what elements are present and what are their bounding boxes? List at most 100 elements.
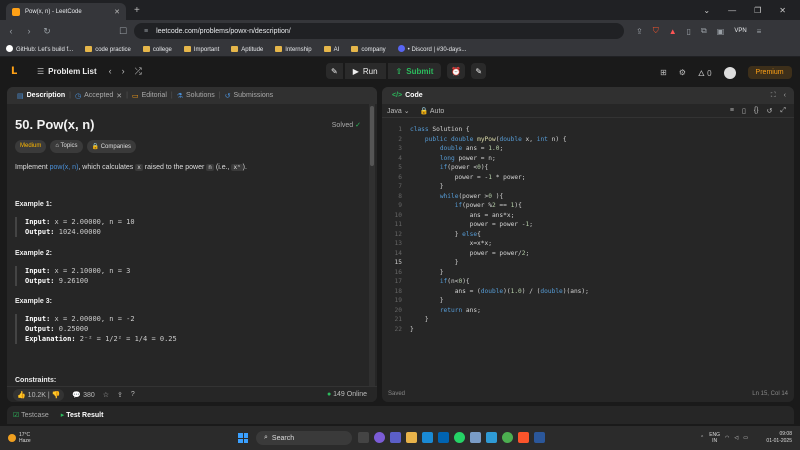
tab-accepted[interactable]: ◷ Accepted ✕ [71,92,126,100]
topics-chip[interactable]: ⌂ Topics [50,140,83,153]
tray-chevron-icon[interactable]: ⌃ [700,435,704,441]
reset-icon[interactable]: ↺ [767,107,773,115]
tab-code[interactable]: </> Code [388,92,427,99]
doc-icon: ▤ [17,92,24,100]
collapse-icon[interactable]: ‹ [784,92,786,100]
debug-button[interactable]: ✎ [326,63,343,79]
fullscreen-icon[interactable]: ⤢ [780,107,786,115]
task-view-icon[interactable] [358,432,369,443]
tab-submissions[interactable]: ↺ Submissions [221,92,278,100]
line-number: 17 [394,278,402,285]
tab-test-result[interactable]: ▸ Test Result [61,411,104,419]
layout-icon[interactable]: ⊞ [660,68,667,77]
scrollbar[interactable] [369,104,375,386]
clock[interactable]: 09:08 01-01-2025 [766,431,792,445]
language-indicator[interactable]: ENG IN [709,432,720,444]
bookmark-ai[interactable]: AI [323,45,339,53]
battery-icon[interactable]: ▭ [743,435,748,441]
rewards-icon[interactable]: ▲ [669,27,677,36]
auto-mode[interactable]: 🔒 Auto [420,107,445,115]
testcase-bar: ☑ Testcase ▸ Test Result [7,406,794,424]
file-explorer-icon[interactable] [406,432,417,443]
url-field[interactable]: ≡ leetcode.com/problems/powx-n/descripti… [134,23,624,39]
favorite-icon[interactable]: ☆ [103,391,109,399]
tab-search-icon[interactable]: ⌄ [703,6,710,15]
reload-icon[interactable]: ↻ [40,26,54,37]
maximize-icon[interactable]: ⛶ [771,92,776,100]
brave-icon[interactable] [518,432,529,443]
bookmark-important[interactable]: Important [183,45,219,53]
store-icon[interactable] [438,432,449,443]
prev-problem-icon[interactable]: ‹ [109,66,112,77]
sidebar-icon[interactable]: ▯ [687,27,691,36]
minimize-icon[interactable]: — [728,6,736,15]
leetcode-logo-icon[interactable]: ᒪ [11,66,21,78]
description-panel: ▤ Description | ◷ Accepted ✕ | ▭ Editorial … [7,87,377,402]
bookmark-github[interactable]: GitHub: Let's build f... [6,45,73,53]
pow-link[interactable]: pow(x, n) [50,164,79,171]
chrome-icon[interactable] [502,432,513,443]
shuffle-icon[interactable]: ⤮ [135,66,142,77]
bookmark-code-icon[interactable]: ▯ [742,107,746,115]
wallet-icon[interactable]: ▣ [717,27,725,36]
companies-chip[interactable]: 🔒 Companies [86,140,137,153]
close-tab-icon[interactable]: ✕ [114,8,120,16]
bookmark-icon[interactable]: ☐ [116,26,130,37]
help-icon[interactable]: ? [131,391,135,398]
like-button[interactable]: 👍 10.2K | 👎 [13,388,65,401]
weather-widget[interactable]: 17°C Haze [8,432,31,444]
menu-icon[interactable]: ≡ [757,27,762,36]
wifi-icon[interactable]: ◠ [725,435,729,441]
start-icon[interactable] [238,433,248,443]
run-button[interactable]: ▶ Run [344,63,386,79]
word-icon[interactable] [534,432,545,443]
bookmark-discord[interactable]: • Discord | #30-days... [397,45,466,53]
bookmark-company[interactable]: company [351,45,386,53]
volume-icon[interactable]: ◁ [734,435,738,441]
tab-solutions[interactable]: ⚗ Solutions [173,92,219,100]
braces-icon[interactable]: {} [754,107,759,115]
next-problem-icon[interactable]: › [122,66,125,77]
site-info-icon[interactable]: ≡ [144,28,148,35]
edge-icon[interactable] [422,432,433,443]
restore-icon[interactable]: ❐ [754,6,761,15]
streak-counter[interactable]: 🜂 0 [698,64,712,81]
bookmark-internship[interactable]: Internship [275,45,312,53]
new-tab-button[interactable]: + [134,5,140,16]
comments-button[interactable]: 💬 380 [72,391,94,399]
brave-shield-icon[interactable]: ⛉ [653,26,659,36]
extensions-icon[interactable]: ⧉ [701,26,707,36]
difficulty-chip[interactable]: Medium [15,140,47,153]
share-link-icon[interactable]: ⇪ [117,391,123,399]
avatar[interactable] [723,66,736,79]
tab-testcase[interactable]: ☑ Testcase [13,411,49,419]
photos-icon[interactable] [470,432,481,443]
bookmark-code-practice[interactable]: code practice [85,45,131,53]
notes-button[interactable]: ✎ [471,63,487,79]
forward-icon[interactable]: › [22,26,36,36]
tab-editorial[interactable]: ▭ Editorial [128,92,171,100]
tab-description[interactable]: ▤ Description [13,92,69,100]
problem-list-button[interactable]: ☰ Problem List [37,67,97,76]
browser-tab[interactable]: Pow(x, n) - LeetCode ✕ [6,3,126,20]
settings-icon[interactable]: ⚙ [679,68,686,77]
bookmark-college[interactable]: college [142,45,172,53]
description-footer: 👍 10.2K | 👎 💬 380 ☆ ⇪ ? ● 149 Online [7,386,377,402]
language-select[interactable]: Java ⌄ [387,107,410,115]
vpn-button[interactable]: VPN [734,28,746,34]
close-window-icon[interactable]: ✕ [779,6,786,15]
share-icon[interactable]: ⇪ [636,27,643,36]
premium-button[interactable]: Premium [747,66,792,79]
timer-button[interactable]: ⏰ [447,63,466,79]
whatsapp-icon[interactable] [454,432,465,443]
teams-icon[interactable] [390,432,401,443]
line-number: 5 [398,164,402,171]
vscode-icon[interactable] [486,432,497,443]
bookmark-aptitude[interactable]: Aptitude [231,45,263,53]
taskbar-search[interactable]: ⌕ Search [256,431,352,445]
format-icon[interactable]: ≡ [730,107,734,115]
code-editor[interactable]: 1 class Solution {2 public double myPow(d… [382,123,794,383]
copilot-icon[interactable] [374,432,385,443]
back-icon[interactable]: ‹ [4,26,18,36]
submit-button[interactable]: ⇧ Submit [387,63,442,79]
